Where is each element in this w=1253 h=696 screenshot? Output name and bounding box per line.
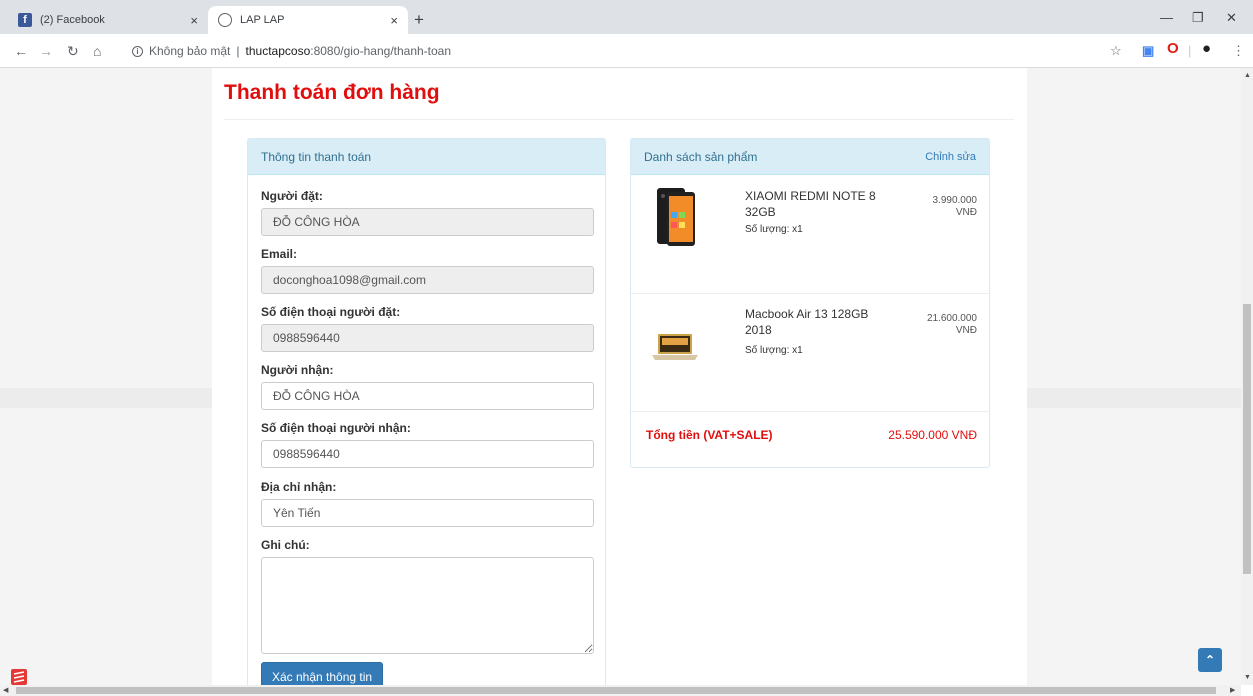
address-separator: | [236,44,240,58]
toolbar-divider: | [1188,43,1192,58]
page-title: Thanh toán đơn hàng [224,81,440,104]
email-group: Email: [261,247,594,294]
double-chevron-up-icon: ⌃ [1204,653,1216,667]
total-value: 25.590.000 VNĐ [888,428,977,442]
forward-icon[interactable]: → [39,43,53,59]
divider [224,119,1014,120]
email-input[interactable] [261,266,594,294]
order-total: Tổng tiền (VAT+SALE) 25.590.000 VNĐ [631,401,989,469]
edit-cart-link[interactable]: Chỉnh sửa [925,151,976,163]
product-name: XIAOMI REDMI NOTE 8 32GB [745,189,876,219]
panel-heading: Danh sách sản phẩm Chỉnh sửa [631,139,989,175]
close-window-icon[interactable]: ✕ [1226,10,1237,26]
field-label: Email: [261,247,298,261]
cart-item: XIAOMI REDMI NOTE 8 32GB Số lượng: x1 3.… [631,176,989,294]
payment-info-panel: Thông tin thanh toán Người đặt: Email: S… [247,138,606,685]
product-name: Macbook Air 13 128GB 2018 [745,307,869,337]
facebook-icon: f [18,13,32,27]
product-list-panel: Danh sách sản phẩm Chỉnh sửa XIAOMI REDM… [630,138,990,468]
scroll-right-icon[interactable]: ▶ [1230,687,1235,695]
checkout-container: Thanh toán đơn hàng Thông tin thanh toán… [212,68,1027,685]
note-textarea[interactable] [261,557,594,654]
browser-toolbar: ← → ↻ ⌂ i Không bảo mật | thuctapcoso :8… [0,34,1253,68]
orderer-phone-group: Số điện thoại người đặt: [261,305,594,352]
phone-thumbnail [657,188,695,246]
receiver-phone-input[interactable] [261,440,594,468]
price-currency: VNĐ [955,207,977,218]
address-bar[interactable]: i Không bảo mật | thuctapcoso :8080/gio-… [122,38,1097,64]
orderer-phone-input[interactable] [261,324,594,352]
vertical-scrollbar[interactable]: ▲ ▼ [1241,68,1253,685]
receiver-name-input[interactable] [261,382,594,410]
receiver-name-group: Người nhận: [261,363,594,410]
info-icon[interactable]: i [132,45,143,57]
close-tab-icon[interactable]: × [390,13,398,28]
url-host: thuctapcoso [245,44,311,58]
bookmark-star-icon[interactable]: ☆ [1110,43,1122,59]
side-band [1027,388,1241,408]
field-label: Ghi chú: [261,538,310,552]
new-tab-button[interactable]: + [414,11,424,28]
field-label: Người đặt: [261,189,323,203]
orderer-name-group: Người đặt: [261,189,594,236]
side-band [0,388,212,408]
page-viewport: Thanh toán đơn hàng Thông tin thanh toán… [0,68,1241,685]
price-amount: 21.600.000 [926,313,977,324]
product-price: 3.990.000 VNĐ [907,195,978,219]
scroll-left-icon[interactable]: ◀ [3,687,8,695]
restore-icon[interactable]: ❐ [1192,10,1204,26]
address-input[interactable] [261,499,594,527]
field-label: Số điện thoại người đặt: [261,305,401,319]
address-group: Địa chỉ nhận: [261,480,594,527]
note-group: Ghi chú: [261,538,594,657]
price-currency: VNĐ [955,325,977,336]
menu-icon[interactable]: ⋮ [1232,43,1245,59]
field-label: Địa chỉ nhận: [261,480,337,494]
security-status: Không bảo mật [149,44,231,58]
orderer-name-input[interactable] [261,208,594,236]
total-label: Tổng tiền (VAT+SALE) [646,428,773,442]
url-path: :8080/gio-hang/thanh-toan [310,44,452,58]
back-to-top-button[interactable]: ⌃ [1198,648,1222,672]
minimize-icon[interactable]: — [1160,10,1173,25]
product-quantity: Số lượng: x1 [745,224,803,235]
field-label: Người nhận: [261,363,334,377]
tab-title: (2) Facebook [40,14,105,26]
scroll-thumb[interactable] [16,687,1216,694]
tab-facebook[interactable]: f (2) Facebook × [8,6,208,34]
panel-heading: Thông tin thanh toán [248,139,605,175]
scroll-thumb[interactable] [1243,304,1251,574]
price-amount: 3.990.000 [932,195,978,206]
horizontal-scrollbar[interactable]: ◀ ▶ [0,685,1241,696]
tab-title: LAP LAP [240,14,285,26]
tab-lap-lap[interactable]: LAP LAP × [208,6,408,34]
laptop-thumbnail [652,334,698,360]
translate-icon[interactable]: ▣ [1142,43,1154,59]
home-icon[interactable]: ⌂ [93,43,101,59]
panel-title: Danh sách sản phẩm [644,149,758,164]
profile-avatar-icon[interactable]: ● [1202,41,1211,57]
product-price: 21.600.000 VNĐ [907,313,977,337]
scroll-down-icon[interactable]: ▼ [1244,674,1251,682]
panel-title: Thông tin thanh toán [261,149,372,164]
back-icon[interactable]: ← [14,43,28,59]
app-badge-icon[interactable] [10,668,28,686]
close-tab-icon[interactable]: × [190,13,198,28]
cart-item: Macbook Air 13 128GB 2018 Số lượng: x1 2… [631,294,989,412]
globe-icon [218,13,232,27]
scroll-up-icon[interactable]: ▲ [1244,72,1251,80]
tab-strip: f (2) Facebook × LAP LAP × + — ❐ ✕ [0,0,1253,34]
product-quantity: Số lượng: x1 [745,345,803,356]
field-label: Số điện thoại người nhận: [261,421,411,435]
confirm-info-button[interactable]: Xác nhận thông tin [261,662,384,685]
opera-icon[interactable]: O [1167,41,1179,57]
receiver-phone-group: Số điện thoại người nhận: [261,421,594,468]
reload-icon[interactable]: ↻ [67,43,79,59]
